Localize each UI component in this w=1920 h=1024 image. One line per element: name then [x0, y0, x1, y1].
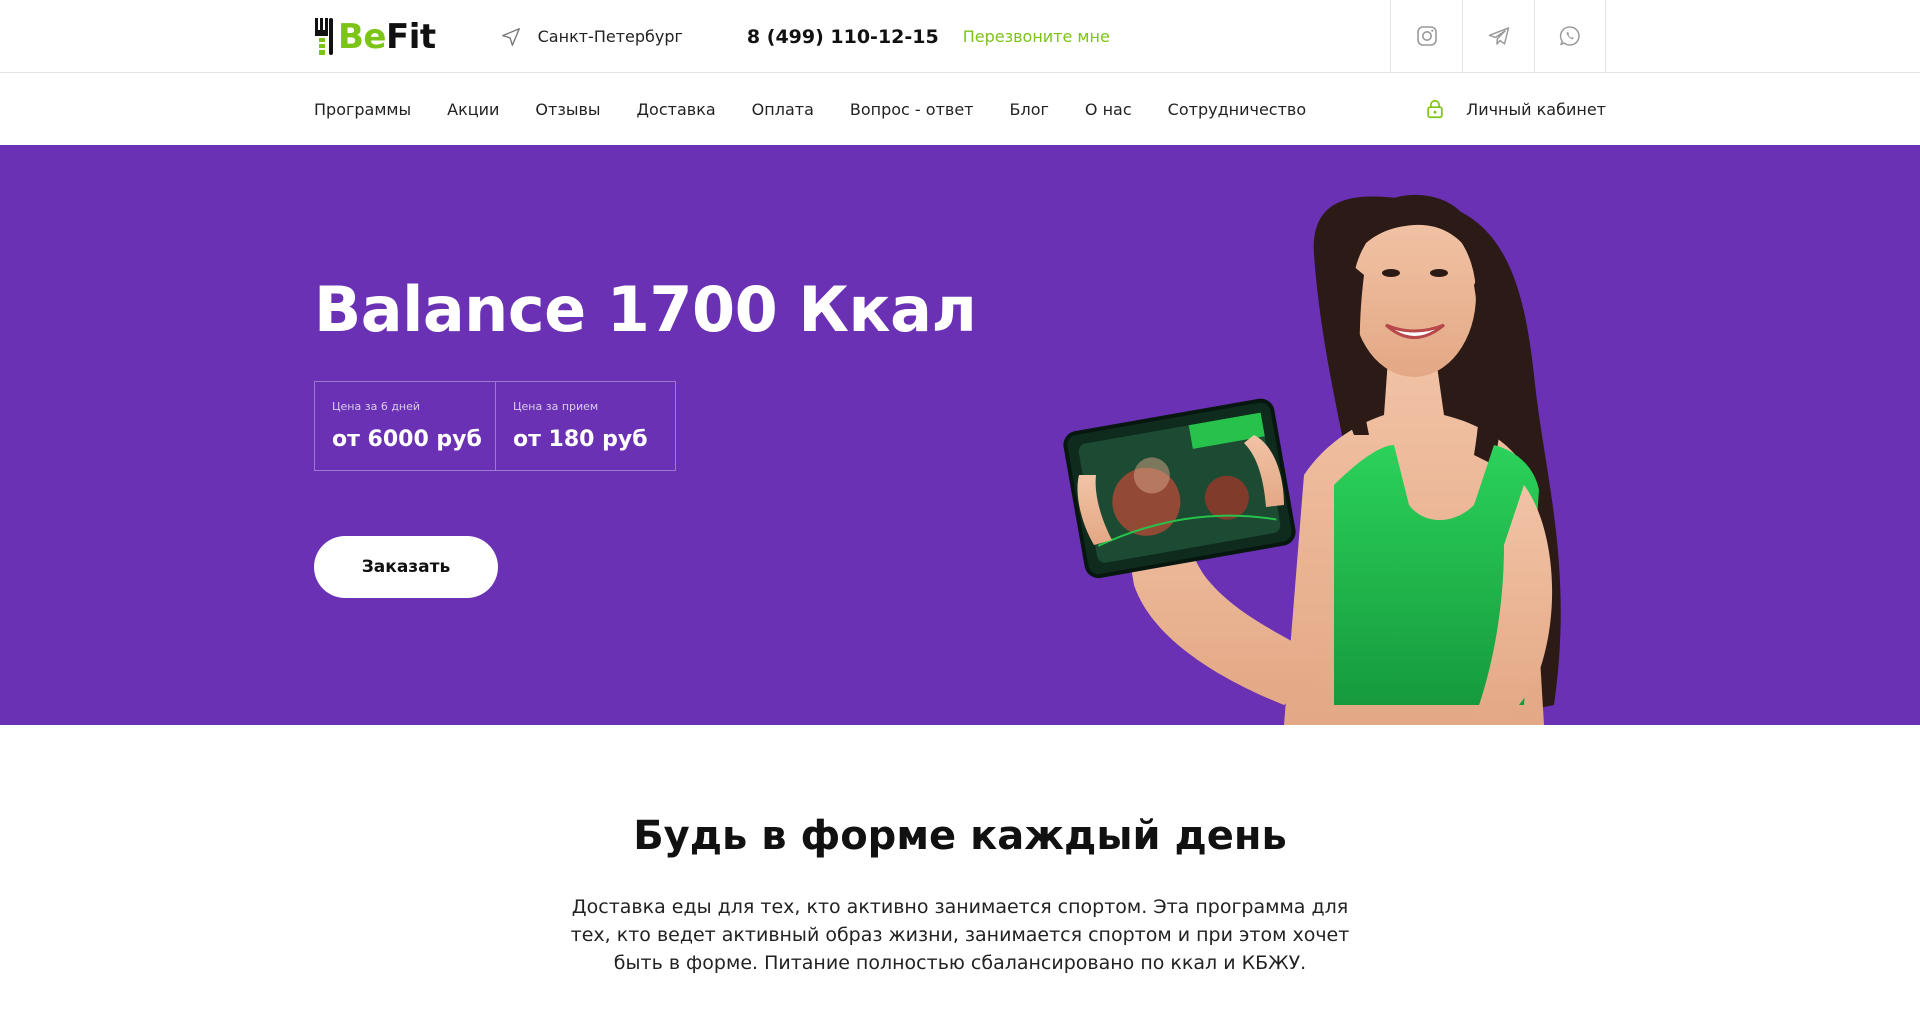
nav-item-faq[interactable]: Вопрос - ответ: [850, 100, 974, 119]
logo-text-fit: Fit: [385, 16, 436, 57]
whatsapp-icon: [1559, 26, 1580, 46]
telegram-icon: [1488, 27, 1509, 45]
hero-banner: Balance 1700 Ккал Цена за 6 дней от 6000…: [0, 145, 1920, 725]
price-label: Цена за прием: [513, 400, 599, 413]
intro-section: Будь в форме каждый день Доставка еды дл…: [0, 725, 1920, 977]
nav-item-programs[interactable]: Программы: [314, 100, 411, 119]
logo-text: BeFit: [338, 20, 436, 54]
callback-link[interactable]: Перезвоните мне: [963, 27, 1110, 46]
telegram-button[interactable]: [1462, 0, 1534, 72]
price-value: от 180 руб: [513, 427, 648, 452]
instagram-icon: [1416, 26, 1437, 46]
nav-item-promotions[interactable]: Акции: [447, 100, 499, 119]
price-cell-6-days: Цена за 6 дней от 6000 руб: [315, 382, 495, 470]
account-link[interactable]: Личный кабинет: [1424, 73, 1606, 145]
main-nav: Программы Акции Отзывы Доставка Оплата В…: [0, 73, 1920, 145]
price-box: Цена за 6 дней от 6000 руб Цена за прием…: [314, 381, 676, 471]
hero-woman-image: [1063, 194, 1561, 725]
nav-item-delivery[interactable]: Доставка: [637, 100, 716, 119]
city-label: Санкт-Петербург: [537, 27, 683, 46]
location-arrow-icon: [501, 27, 520, 46]
nav-item-payment[interactable]: Оплата: [752, 100, 814, 119]
social-links: [1390, 0, 1606, 72]
nav-item-reviews[interactable]: Отзывы: [535, 100, 600, 119]
lock-icon: [1427, 99, 1443, 119]
price-label: Цена за 6 дней: [332, 400, 421, 413]
nav-item-about[interactable]: О нас: [1085, 100, 1132, 119]
nav-item-partnership[interactable]: Сотрудничество: [1168, 100, 1306, 119]
whatsapp-button[interactable]: [1534, 0, 1606, 72]
fork-logo-icon: [315, 17, 333, 55]
order-button[interactable]: Заказать: [314, 536, 498, 598]
top-bar: BeFit Санкт-Петербург 8 (499) 110-12-15 …: [0, 0, 1920, 73]
price-value: от 6000 руб: [332, 427, 482, 452]
account-label: Личный кабинет: [1466, 99, 1606, 119]
phone-number[interactable]: 8 (499) 110-12-15: [747, 26, 939, 48]
instagram-button[interactable]: [1390, 0, 1462, 72]
logo-text-be: Be: [338, 16, 386, 57]
hero-title: Balance 1700 Ккал: [314, 273, 977, 346]
price-cell-per-meal: Цена за прием от 180 руб: [495, 382, 675, 470]
befit-logo[interactable]: BeFit: [314, 16, 436, 58]
city-selector[interactable]: Санкт-Петербург: [500, 26, 683, 48]
intro-text: Доставка еды для тех, кто активно занима…: [570, 896, 1350, 974]
nav-item-blog[interactable]: Блог: [1010, 100, 1049, 119]
intro-title: Будь в форме каждый день: [633, 813, 1287, 859]
